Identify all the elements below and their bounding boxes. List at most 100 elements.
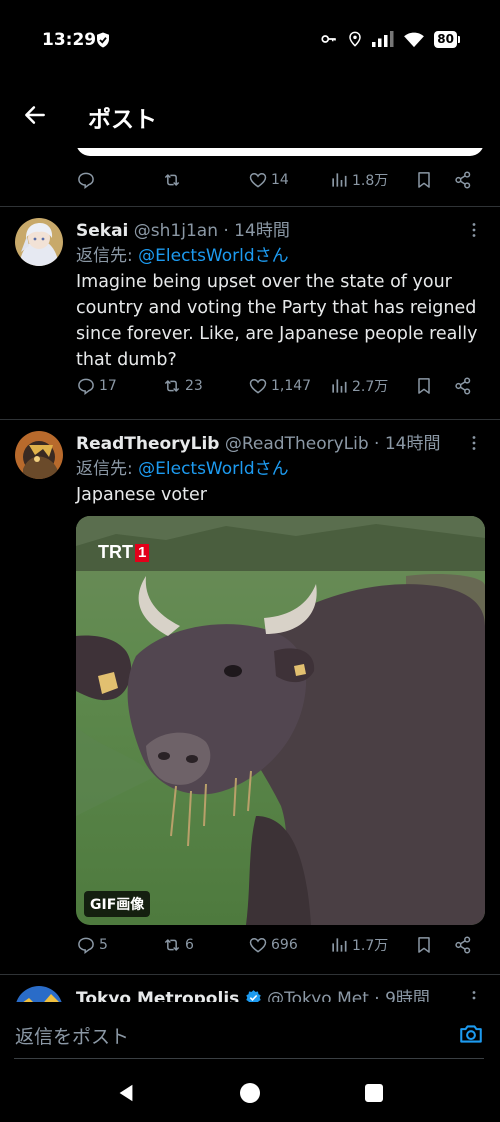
tweet-header: Sekai @sh1j1an · 14時間 — [76, 216, 476, 240]
like-icon — [249, 937, 267, 953]
like-button[interactable]: 14 — [248, 170, 289, 190]
reply-count: 17 — [99, 378, 117, 394]
avatar[interactable] — [15, 431, 63, 479]
tweet-media-gif[interactable]: TRT 1 GIF画像 — [76, 516, 485, 925]
tweet-header: Tokyo Metropolis @Tokyo Met · 9時間 — [76, 984, 476, 1002]
handle-and-time: @ReadTheoryLib · 14時間 — [224, 434, 441, 453]
battery-indicator: 80 — [434, 30, 460, 48]
tweet-sekai[interactable]: Sekai @sh1j1an · 14時間 返信先: @ElectsWorldさ… — [0, 216, 500, 416]
reply-icon — [78, 172, 94, 190]
key-icon — [321, 35, 337, 43]
reply-context: 返信先: @ElectsWorldさん — [76, 459, 289, 479]
repost-count: 6 — [185, 937, 194, 953]
view-count: 1.8万 — [352, 173, 389, 189]
display-name[interactable]: Tokyo Metropolis — [76, 989, 239, 1002]
page-header: ポスト — [0, 88, 500, 143]
tweet-actions: 5 6 696 1.7万 — [76, 935, 478, 961]
handle-and-time: @sh1j1an · 14時間 — [133, 221, 290, 240]
tweet-actions: 17 23 1,147 2.7万 — [76, 376, 478, 402]
like-icon — [249, 172, 267, 188]
bookmark-icon — [418, 937, 430, 953]
reply-button[interactable]: 5 — [76, 935, 108, 955]
gif-badge: GIF画像 — [84, 891, 151, 917]
display-name[interactable]: Sekai — [76, 221, 128, 240]
status-icons: 80 — [320, 30, 460, 48]
verified-icon — [245, 990, 261, 1002]
bookmark-button[interactable] — [414, 935, 434, 955]
previous-tweet-actions: 14 1.8万 — [76, 170, 478, 196]
avatar[interactable] — [15, 986, 63, 1002]
conversation-feed[interactable]: 14 1.8万 Sekai @sh1j1an · 14時間 返信先: @Elec… — [0, 148, 500, 1002]
bookmark-button[interactable] — [414, 376, 434, 396]
like-count: 1,147 — [271, 378, 312, 394]
more-icon[interactable] — [466, 435, 482, 451]
repost-icon — [164, 380, 180, 392]
view-count: 1.7万 — [352, 938, 389, 954]
view-count: 2.7万 — [352, 379, 389, 395]
reply-button[interactable] — [76, 170, 96, 190]
system-navigation-bar — [0, 1064, 500, 1122]
avatar[interactable] — [15, 218, 63, 266]
like-button[interactable]: 1,147 — [248, 376, 311, 396]
like-icon — [249, 378, 267, 394]
bookmark-button[interactable] — [414, 170, 434, 190]
shield-icon — [97, 32, 109, 48]
wifi-icon — [404, 32, 425, 48]
reply-mention-link[interactable]: @ElectsWorldさん — [138, 459, 289, 479]
share-icon — [455, 171, 471, 189]
like-count: 696 — [271, 937, 298, 953]
battery-level: 80 — [434, 30, 457, 48]
repost-icon — [164, 939, 180, 951]
share-button[interactable] — [453, 170, 473, 190]
views-button[interactable]: 1.7万 — [329, 935, 388, 955]
location-icon — [349, 31, 362, 47]
reply-button[interactable]: 17 — [76, 376, 117, 396]
reply-context: 返信先: @ElectsWorldさん — [76, 246, 289, 266]
bookmark-icon — [418, 172, 430, 188]
views-button[interactable]: 1.8万 — [329, 170, 388, 190]
back-arrow-icon[interactable] — [22, 102, 48, 128]
more-icon[interactable] — [466, 990, 482, 1002]
divider — [0, 974, 500, 975]
status-time: 13:29 — [42, 30, 97, 50]
nav-recents-button[interactable] — [365, 1084, 383, 1102]
tweet-readtheorylib[interactable]: ReadTheoryLib @ReadTheoryLib · 14時間 返信先:… — [0, 429, 500, 989]
tweet-text: Imagine being upset over the state of yo… — [76, 272, 478, 370]
buffalo-image — [76, 516, 485, 925]
reply-icon — [78, 937, 94, 955]
repost-icon — [164, 174, 180, 186]
signal-icon — [372, 31, 394, 47]
views-icon — [332, 173, 347, 187]
divider — [0, 206, 500, 207]
reply-count: 5 — [99, 937, 108, 953]
repost-button[interactable] — [162, 170, 182, 190]
share-button[interactable] — [453, 935, 473, 955]
tweet-header: ReadTheoryLib @ReadTheoryLib · 14時間 — [76, 429, 476, 453]
divider — [0, 419, 500, 420]
reply-input[interactable]: 返信をポスト — [15, 1022, 129, 1049]
bookmark-icon — [418, 378, 430, 394]
share-button[interactable] — [453, 376, 473, 396]
like-button[interactable]: 696 — [248, 935, 298, 955]
repost-button[interactable]: 23 — [162, 376, 203, 396]
share-icon — [455, 936, 471, 954]
status-bar: 13:29 80 — [0, 0, 500, 80]
tweet-text: Japanese voter — [76, 485, 207, 505]
share-icon — [455, 377, 471, 395]
camera-icon[interactable] — [458, 1021, 484, 1047]
display-name[interactable]: ReadTheoryLib — [76, 434, 219, 453]
previous-tweet-card[interactable] — [76, 148, 484, 156]
divider — [14, 1058, 484, 1059]
views-icon — [332, 379, 347, 393]
page-title: ポスト — [88, 107, 157, 133]
trt-watermark-logo: TRT 1 — [98, 542, 150, 563]
repost-button[interactable]: 6 — [162, 935, 194, 955]
reply-mention-link[interactable]: @ElectsWorldさん — [138, 246, 289, 266]
views-icon — [332, 938, 347, 952]
tweet-tokyo-metropolis[interactable]: Tokyo Metropolis @Tokyo Met · 9時間 — [0, 984, 500, 1002]
nav-home-button[interactable] — [240, 1083, 260, 1103]
more-icon[interactable] — [466, 222, 482, 238]
nav-back-icon[interactable] — [115, 1082, 137, 1104]
views-button[interactable]: 2.7万 — [329, 376, 388, 396]
handle-and-time: @Tokyo Met · 9時間 — [267, 989, 430, 1002]
